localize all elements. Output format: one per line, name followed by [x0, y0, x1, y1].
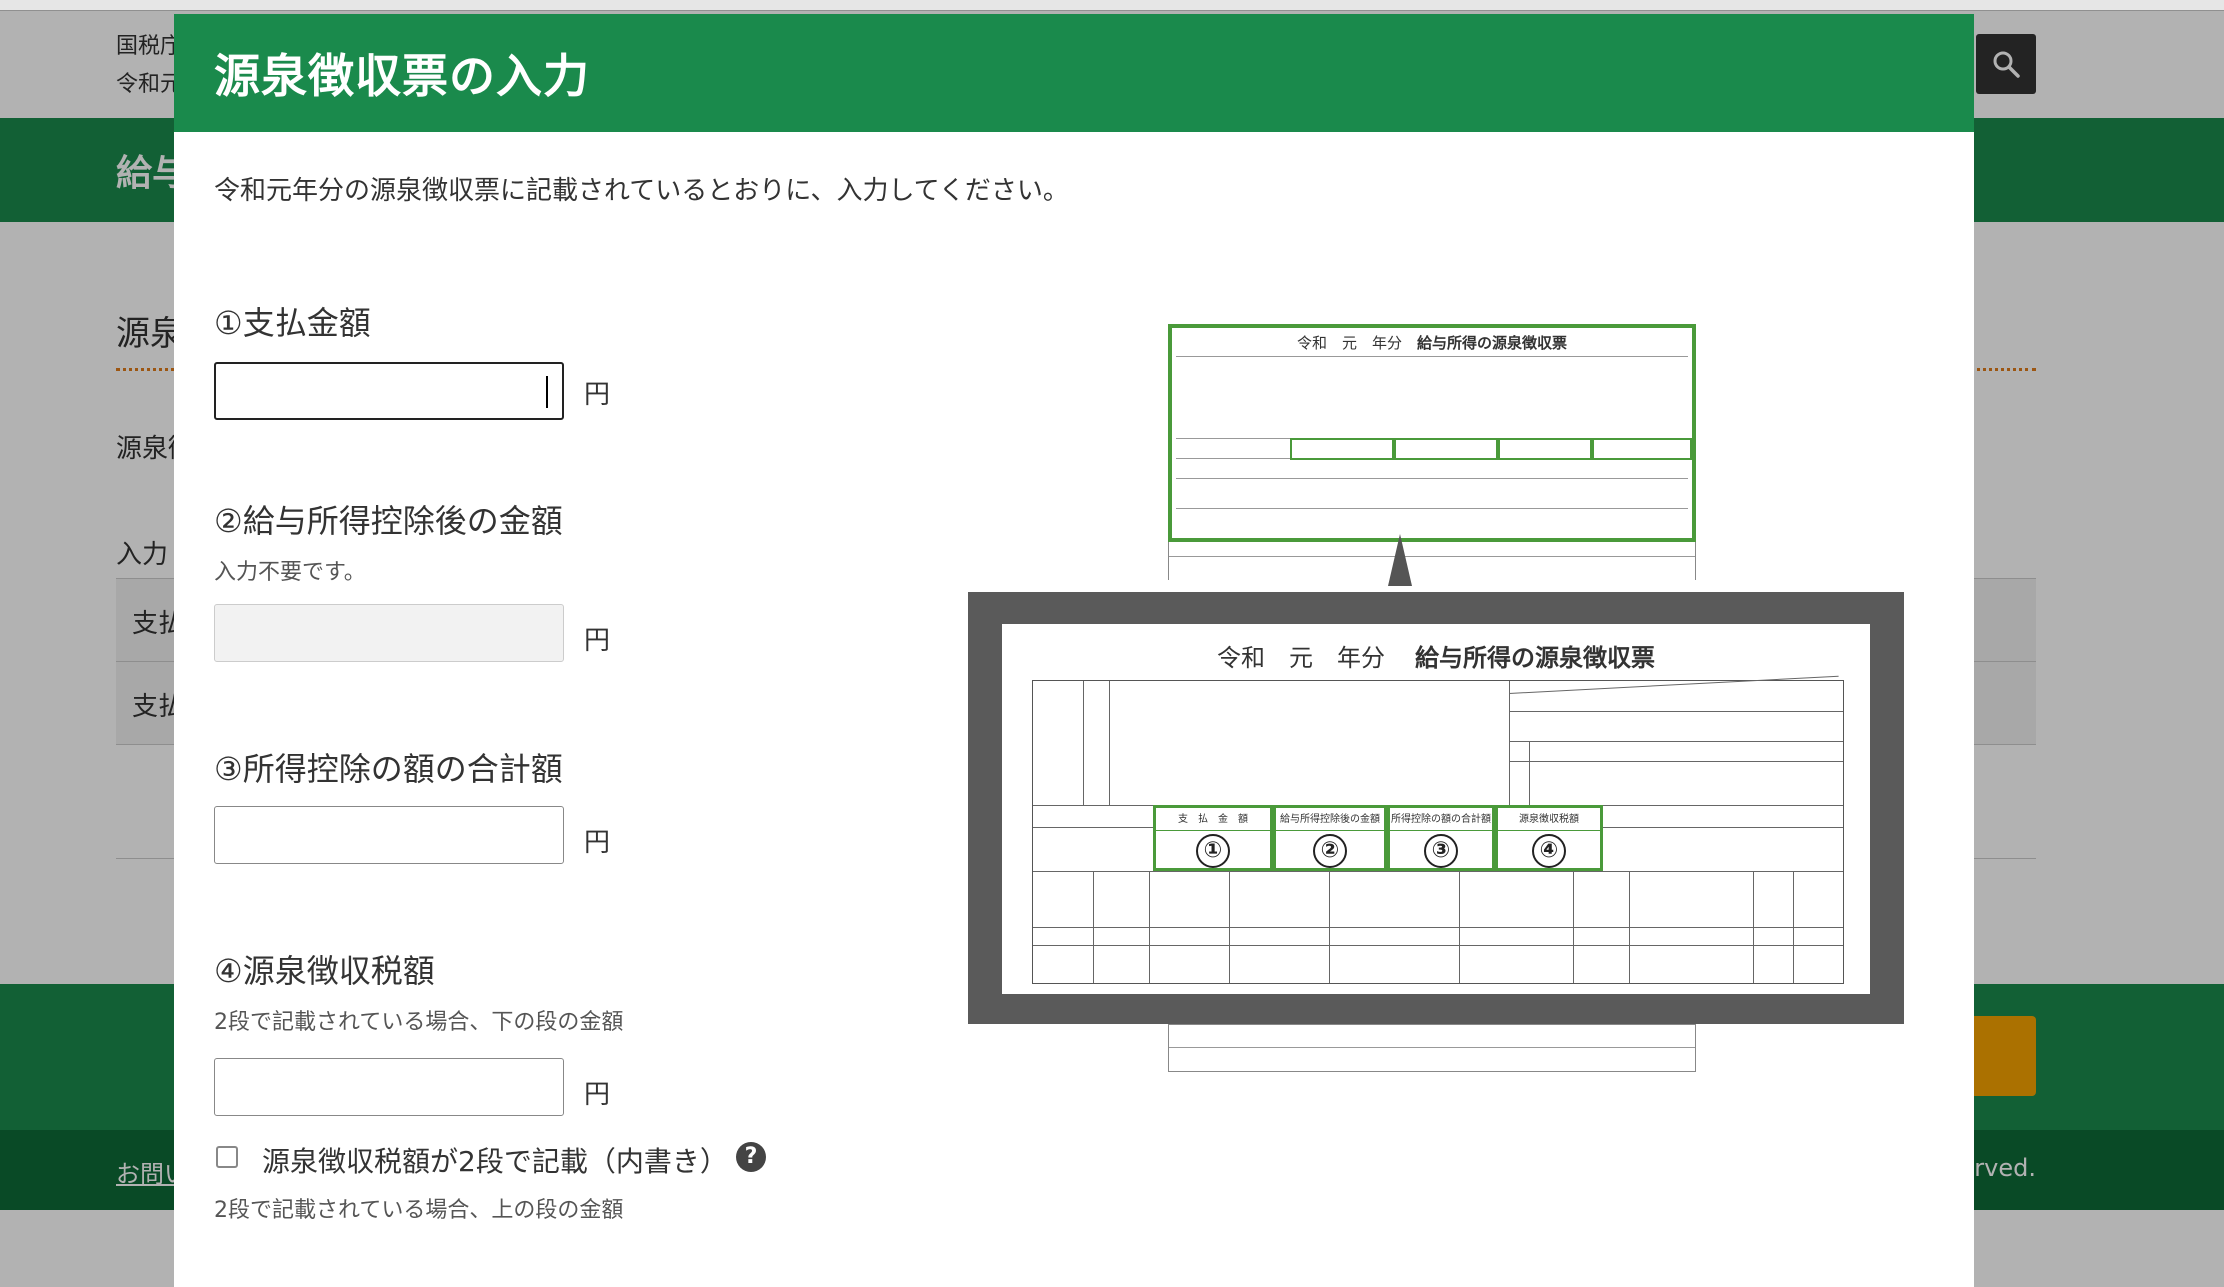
two-tier-checkbox[interactable]: [216, 1146, 238, 1168]
withholding-slip-illustration: 令和 元 年分 給与所得の源泉徴収票 令和 元 年分 給与所得の源泉徴収票 支 …: [968, 324, 1904, 1084]
withholding-tax-input[interactable]: [214, 1058, 564, 1116]
yen-unit: 円: [584, 828, 611, 858]
salary-after-deduction-input: [214, 604, 564, 662]
zoom-frame: 令和 元 年分 給与所得の源泉徴収票 支 払 金 額 ① 給与所得控除後の金額 …: [968, 592, 1904, 1024]
dialog-intro: 令和元年分の源泉徴収票に記載されているとおりに、入力してください。: [214, 176, 1069, 206]
yen-unit: 円: [584, 380, 611, 410]
zoomed-slip-title: 令和 元 年分 給与所得の源泉徴収票: [1217, 644, 1655, 672]
salary-after-deduction-cell: 給与所得控除後の金額 ②: [1273, 805, 1387, 871]
not-required-note: 入力不要です。: [214, 560, 366, 585]
total-deduction-cell: 所得控除の額の合計額 ③: [1387, 805, 1495, 871]
help-icon[interactable]: ?: [736, 1142, 766, 1172]
payment-amount-label: ①支払金額: [214, 304, 371, 342]
withholding-tax-label: ④源泉徴収税額: [214, 952, 435, 990]
dialog-header: 源泉徴収票の入力: [174, 14, 1974, 132]
zoom-pointer: [1388, 534, 1412, 586]
yen-unit: 円: [584, 1080, 611, 1110]
upper-amount-note: 2段で記載されている場合、上の段の金額: [214, 1198, 624, 1223]
thumbnail-highlight: [1592, 438, 1692, 460]
slip-thumbnail-footer: [1168, 1024, 1696, 1072]
total-deduction-label: ③所得控除の額の合計額: [214, 750, 563, 788]
slip-thumbnail-lower: [1168, 542, 1696, 580]
payment-amount-input[interactable]: [214, 362, 564, 420]
salary-after-deduction-label: ②給与所得控除後の金額: [214, 502, 563, 540]
thumbnail-highlight: [1498, 438, 1592, 460]
total-deduction-input[interactable]: [214, 806, 564, 864]
thumbnail-highlight: [1394, 438, 1498, 460]
slip-thumbnail: 令和 元 年分 給与所得の源泉徴収票: [1168, 324, 1696, 542]
withholding-tax-cell: 源泉徴収税額 ④: [1495, 805, 1603, 871]
payment-amount-cell: 支 払 金 額 ①: [1153, 805, 1273, 871]
yen-unit: 円: [584, 626, 611, 656]
thumbnail-highlight: [1290, 438, 1394, 460]
slip-thumbnail-title: 令和 元 年分 給与所得の源泉徴収票: [1296, 334, 1568, 352]
lower-amount-note: 2段で記載されている場合、下の段の金額: [214, 1010, 624, 1035]
slip-grid: 支 払 金 額 ① 給与所得控除後の金額 ② 所得控除の額の合計額 ③ 源泉徴収…: [1032, 675, 1844, 984]
withholding-slip-dialog: 源泉徴収票の入力 令和元年分の源泉徴収票に記載されているとおりに、入力してくださ…: [174, 14, 1974, 1287]
dialog-title: 源泉徴収票の入力: [214, 49, 590, 103]
two-tier-checkbox-label[interactable]: 源泉徴収税額が2段で記載（内書き）: [262, 1140, 728, 1180]
zoomed-slip: 令和 元 年分 給与所得の源泉徴収票 支 払 金 額 ① 給与所得控除後の金額 …: [1002, 624, 1870, 994]
